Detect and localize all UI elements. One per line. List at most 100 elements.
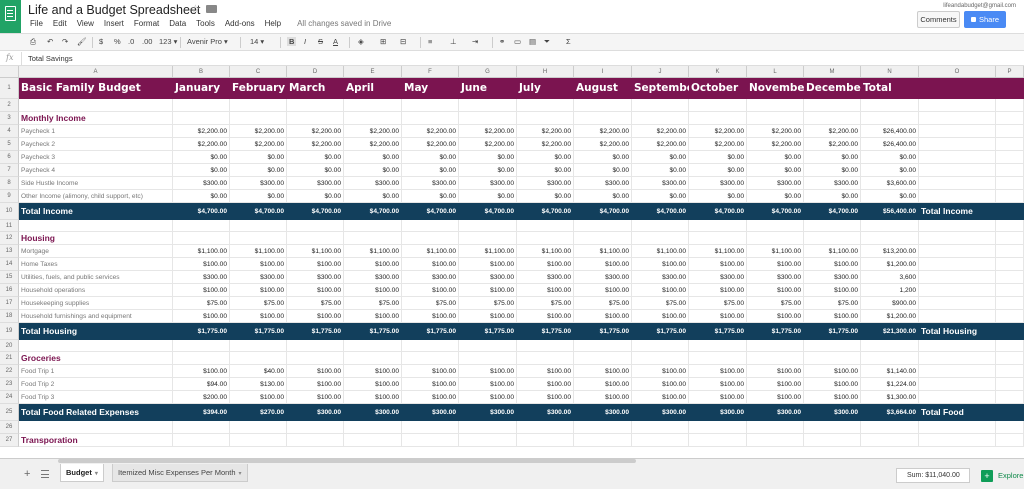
- row-header[interactable]: 6: [0, 151, 19, 164]
- row-label-cell[interactable]: Food Trip 3: [19, 391, 173, 404]
- value-cell[interactable]: $0.00: [230, 151, 287, 164]
- value-cell[interactable]: $300.00: [632, 271, 689, 284]
- cell[interactable]: [459, 232, 517, 245]
- explore-button[interactable]: + Explore: [981, 468, 1023, 483]
- total-side-label-cell[interactable]: Total Housing: [919, 323, 996, 340]
- value-cell[interactable]: $100.00: [344, 310, 402, 323]
- sheets-logo-icon[interactable]: [0, 0, 21, 33]
- month-header-cell[interactable]: October: [689, 78, 747, 99]
- value-cell[interactable]: $100.00: [689, 365, 747, 378]
- cell[interactable]: [804, 434, 861, 447]
- row-header[interactable]: 15: [0, 271, 19, 284]
- cell[interactable]: [747, 421, 804, 434]
- column-header[interactable]: D: [287, 66, 344, 78]
- month-header-cell[interactable]: July: [517, 78, 574, 99]
- value-cell[interactable]: $100.00: [459, 391, 517, 404]
- value-cell[interactable]: $75.00: [632, 297, 689, 310]
- value-cell[interactable]: $75.00: [173, 297, 230, 310]
- value-cell[interactable]: $2,200.00: [459, 125, 517, 138]
- value-cell[interactable]: $300.00: [574, 271, 632, 284]
- month-header-cell[interactable]: September: [632, 78, 699, 99]
- cell[interactable]: [861, 434, 919, 447]
- cell[interactable]: [173, 99, 230, 112]
- value-cell[interactable]: $130.00: [230, 378, 287, 391]
- cell[interactable]: [632, 112, 689, 125]
- cell[interactable]: [173, 352, 230, 365]
- value-cell[interactable]: $300.00: [230, 271, 287, 284]
- bold-button[interactable]: B: [287, 37, 297, 46]
- column-header[interactable]: N: [861, 66, 919, 78]
- cell[interactable]: [517, 421, 574, 434]
- cell[interactable]: [632, 220, 689, 232]
- cell[interactable]: [632, 99, 689, 112]
- value-cell[interactable]: $200.00: [173, 391, 230, 404]
- cell[interactable]: [919, 434, 996, 447]
- value-cell[interactable]: $75.00: [804, 297, 861, 310]
- column-header[interactable]: I: [574, 66, 632, 78]
- value-cell[interactable]: $100.00: [344, 365, 402, 378]
- caret-down-icon[interactable]: ▾: [95, 471, 98, 477]
- value-cell[interactable]: $100.00: [574, 365, 632, 378]
- cell[interactable]: [919, 245, 996, 258]
- value-cell[interactable]: $1,300.00: [861, 391, 919, 404]
- cell[interactable]: [996, 177, 1024, 190]
- cell[interactable]: [919, 151, 996, 164]
- column-header[interactable]: E: [344, 66, 402, 78]
- value-cell[interactable]: $1,100.00: [344, 245, 402, 258]
- value-cell[interactable]: $100.00: [287, 258, 344, 271]
- cell[interactable]: [747, 112, 804, 125]
- cell[interactable]: [402, 220, 459, 232]
- value-cell[interactable]: $4,700.00: [632, 203, 689, 220]
- cell[interactable]: [173, 220, 230, 232]
- month-header-cell[interactable]: February: [230, 78, 287, 99]
- cell[interactable]: [517, 340, 574, 352]
- cell[interactable]: [459, 340, 517, 352]
- cell[interactable]: [230, 340, 287, 352]
- cell[interactable]: [689, 434, 747, 447]
- value-cell[interactable]: $2,200.00: [287, 138, 344, 151]
- cell[interactable]: [804, 340, 861, 352]
- cell[interactable]: [517, 434, 574, 447]
- value-cell[interactable]: $0.00: [402, 190, 459, 203]
- value-cell[interactable]: $100.00: [459, 284, 517, 297]
- cell[interactable]: [996, 404, 1024, 421]
- value-cell[interactable]: $0.00: [173, 190, 230, 203]
- total-side-label-cell[interactable]: Total Income: [919, 203, 996, 220]
- row-header[interactable]: 21: [0, 352, 19, 365]
- value-cell[interactable]: $300.00: [459, 404, 517, 421]
- value-cell[interactable]: $100.00: [344, 378, 402, 391]
- value-cell[interactable]: $4,700.00: [804, 203, 861, 220]
- value-cell[interactable]: $1,775.00: [230, 323, 287, 340]
- value-cell[interactable]: $2,200.00: [459, 138, 517, 151]
- value-cell[interactable]: $300.00: [459, 271, 517, 284]
- value-cell[interactable]: $300.00: [804, 177, 861, 190]
- value-cell[interactable]: $0.00: [230, 164, 287, 177]
- value-cell[interactable]: $300.00: [287, 177, 344, 190]
- cell[interactable]: [996, 220, 1024, 232]
- cell[interactable]: [996, 203, 1024, 220]
- menu-data[interactable]: Data: [169, 19, 186, 28]
- cell[interactable]: [996, 232, 1024, 245]
- cell[interactable]: [230, 352, 287, 365]
- value-cell[interactable]: $100.00: [747, 310, 804, 323]
- row-header[interactable]: 13: [0, 245, 19, 258]
- cell[interactable]: [19, 421, 173, 434]
- cell[interactable]: [919, 164, 996, 177]
- value-cell[interactable]: $1,200.00: [861, 258, 919, 271]
- row-label-cell[interactable]: Food Trip 1: [19, 365, 173, 378]
- column-header[interactable]: O: [919, 66, 996, 78]
- value-cell[interactable]: $100.00: [632, 310, 689, 323]
- value-cell[interactable]: $300.00: [402, 271, 459, 284]
- value-cell[interactable]: $2,200.00: [230, 138, 287, 151]
- value-cell[interactable]: $2,200.00: [689, 138, 747, 151]
- cell[interactable]: [919, 258, 996, 271]
- month-header-cell[interactable]: Total: [861, 78, 919, 99]
- sum-indicator[interactable]: Sum: $11,040.00: [896, 468, 970, 483]
- value-cell[interactable]: $2,200.00: [517, 125, 574, 138]
- value-cell[interactable]: $100.00: [517, 378, 574, 391]
- cell[interactable]: [230, 112, 287, 125]
- value-cell[interactable]: $4,700.00: [287, 203, 344, 220]
- cell[interactable]: [173, 434, 230, 447]
- cell[interactable]: [919, 284, 996, 297]
- value-cell[interactable]: $100.00: [517, 310, 574, 323]
